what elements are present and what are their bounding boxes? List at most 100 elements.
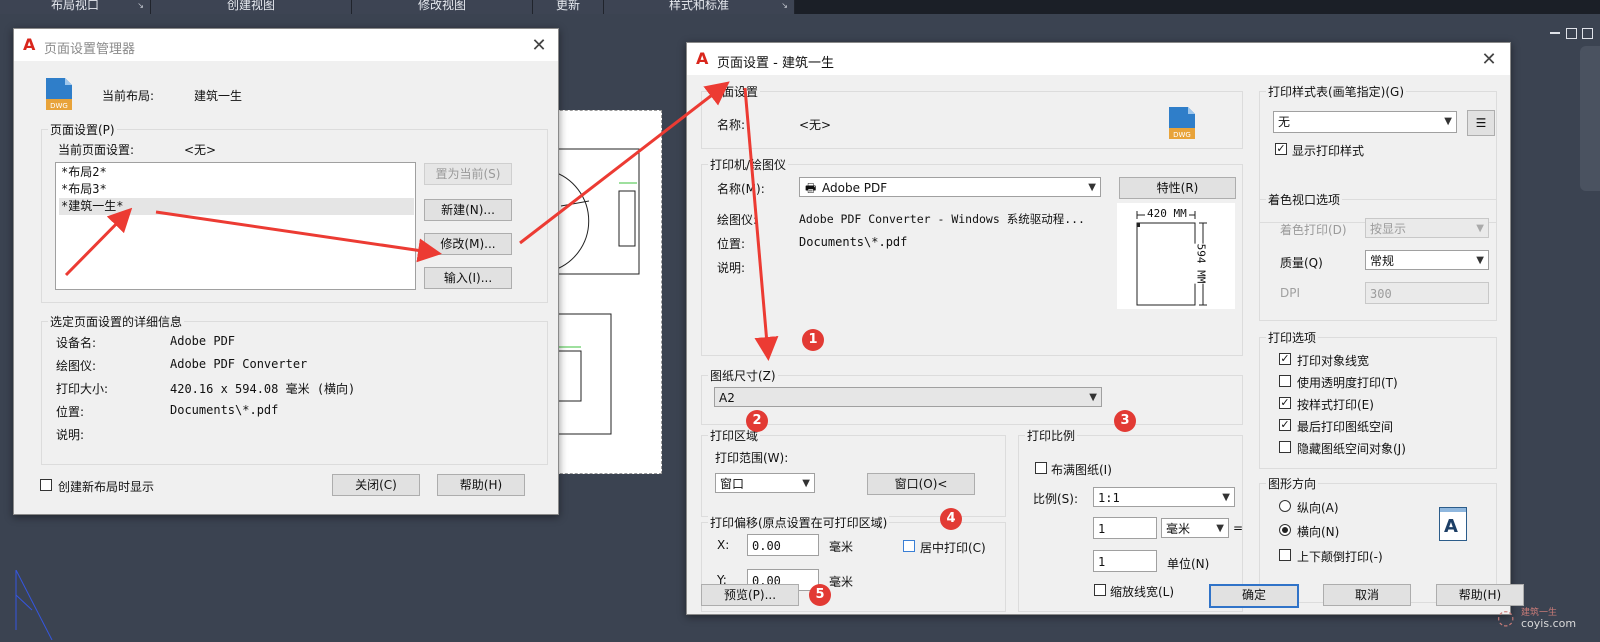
set-current-button[interactable]: 置为当前(S): [424, 163, 512, 185]
import-button[interactable]: 输入(I)...: [424, 267, 512, 289]
y-unit-label: 毫米: [829, 575, 854, 589]
svg-text:DWG: DWG: [50, 102, 68, 110]
plot-range-value: 窗口: [720, 477, 745, 491]
scale-numerator-input[interactable]: 1: [1093, 517, 1157, 539]
plot-range-combo[interactable]: 窗口 ▼: [715, 473, 815, 493]
landscape-radio[interactable]: [1279, 524, 1291, 536]
current-page-setup-label: 当前页面设置:: [58, 143, 135, 157]
portrait-radio[interactable]: [1279, 500, 1291, 512]
plot-scale-group-title: 打印比例: [1025, 427, 1078, 444]
quality-value: 常规: [1370, 254, 1395, 268]
watermark-logo-icon: ◌: [1497, 605, 1515, 629]
option-checkbox[interactable]: ✓: [1279, 397, 1291, 409]
close-icon[interactable]: ✕: [528, 35, 550, 57]
window-pick-button[interactable]: 窗口(O)<: [867, 473, 975, 495]
name-value: <无>: [799, 118, 832, 132]
close-icon[interactable]: ✕: [1478, 49, 1500, 71]
chevron-down-icon: ▼: [1476, 223, 1484, 234]
dpi-input[interactable]: 300: [1365, 282, 1489, 304]
plotter-label: 绘图仪:: [717, 213, 758, 227]
scale-combo[interactable]: 1:1 ▼: [1093, 487, 1235, 507]
printer-name-value: Adobe PDF: [822, 181, 888, 195]
printer-name-label: 名称(M):: [717, 182, 765, 196]
minimize-icon[interactable]: [1550, 32, 1560, 34]
detail-value: 420.16 x 594.08 毫米 (横向): [170, 382, 356, 396]
option-label: 按样式打印(E): [1297, 398, 1374, 412]
new-button[interactable]: 新建(N)...: [424, 199, 512, 221]
modify-button[interactable]: 修改(M)...: [424, 233, 512, 255]
shade-plot-combo[interactable]: 按显示 ▼: [1365, 218, 1489, 238]
option-checkbox[interactable]: ✓: [1279, 419, 1291, 431]
upside-down-checkbox[interactable]: [1279, 549, 1291, 561]
option-checkbox[interactable]: ✓: [1279, 353, 1291, 365]
properties-button[interactable]: 特性(R): [1119, 177, 1236, 199]
ribbon-tab-create-view[interactable]: 创建视图: [151, 0, 352, 14]
list-item[interactable]: *布局2*: [59, 164, 414, 181]
ribbon-tab-update[interactable]: 更新: [533, 0, 604, 14]
close-button[interactable]: 关闭(C): [332, 474, 420, 496]
dwg-file-icon: DWG: [1169, 107, 1195, 139]
upside-down-label: 上下颠倒打印(-): [1297, 550, 1383, 564]
help-button[interactable]: 帮助(H): [437, 474, 525, 496]
option-checkbox[interactable]: [1279, 441, 1291, 453]
list-item-selected[interactable]: *建筑一生*: [59, 198, 414, 215]
scale-unit-combo[interactable]: 毫米 ▼: [1161, 518, 1229, 538]
dpi-label: DPI: [1280, 286, 1301, 300]
current-page-setup-value: <无>: [184, 143, 217, 157]
plot-offset-group-title: 打印偏移(原点设置在可打印区域): [708, 514, 890, 531]
option-label: 打印对象线宽: [1297, 354, 1370, 368]
option-label: 使用透明度打印(T): [1297, 376, 1398, 390]
center-plot-checkbox[interactable]: [903, 540, 915, 552]
pagesetup-titlebar[interactable]: A 页面设置 - 建筑一生 ✕: [687, 43, 1510, 75]
quality-combo[interactable]: 常规 ▼: [1365, 250, 1489, 270]
restore-icon[interactable]: [1566, 28, 1577, 39]
manager-titlebar[interactable]: A 页面设置管理器 ✕: [14, 29, 558, 61]
ribbon-empty-area: [795, 0, 1600, 14]
show-on-new-layout-checkbox[interactable]: [40, 479, 52, 491]
fit-to-paper-checkbox[interactable]: [1035, 462, 1047, 474]
details-group-title: 选定页面设置的详细信息: [48, 313, 185, 330]
ribbon-tab-styles[interactable]: 样式和标准 ↘: [604, 0, 795, 14]
ribbon-tab-modify-view[interactable]: 修改视图: [352, 0, 533, 14]
step-badge: 2: [746, 410, 768, 432]
dwg-file-icon: DWG: [46, 78, 72, 110]
launcher-icon[interactable]: ↘: [781, 0, 788, 11]
plot-style-combo[interactable]: 无 ▼: [1273, 111, 1457, 133]
chevron-down-icon: ▼: [1476, 255, 1484, 266]
x-offset-input[interactable]: 0.00: [747, 534, 819, 556]
ribbon-tab-label: 创建视图: [226, 0, 275, 12]
scale-denominator-input[interactable]: 1: [1093, 550, 1157, 572]
watermark-line2: coyis.com: [1521, 617, 1577, 630]
show-plot-styles-checkbox[interactable]: ✓: [1275, 143, 1287, 155]
page-setup-list[interactable]: *布局2* *布局3* *建筑一生*: [55, 162, 416, 290]
scale-lineweights-label: 缩放线宽(L): [1110, 585, 1175, 599]
navigation-bar[interactable]: [1580, 46, 1600, 191]
current-layout-value: 建筑一生: [194, 89, 243, 103]
plot-style-group-title: 打印样式表(画笔指定)(G): [1266, 83, 1407, 100]
plot-options-group-title: 打印选项: [1266, 329, 1319, 346]
pagesetup-title: 页面设置 - 建筑一生: [717, 56, 834, 71]
ribbon-tab-layout-viewport[interactable]: 布局视口 ↘: [0, 0, 151, 14]
paper-size-group-title: 图纸尺寸(Z): [708, 367, 778, 384]
scale-lineweights-checkbox[interactable]: [1094, 584, 1106, 596]
close-viewport-icon[interactable]: [1582, 28, 1593, 39]
step-badge: 4: [940, 508, 962, 530]
edit-plot-style-button[interactable]: ☰: [1467, 110, 1495, 136]
paper-size-value: A2: [719, 391, 735, 405]
chevron-down-icon: ▼: [802, 478, 810, 489]
printer-name-combo[interactable]: 🖶 Adobe PDF ▼: [799, 177, 1101, 197]
list-item[interactable]: *布局3*: [59, 181, 414, 198]
printer-icon: 🖶: [805, 181, 817, 195]
detail-value: Adobe PDF: [170, 334, 236, 348]
paper-size-combo[interactable]: A2 ▼: [714, 387, 1102, 407]
page-setup-manager-dialog: A 页面设置管理器 ✕ DWG 当前布局: 建筑一生 页面设置(P) 当前页面设…: [13, 28, 559, 515]
option-checkbox[interactable]: [1279, 375, 1291, 387]
detail-label: 绘图仪:: [56, 359, 97, 373]
quality-label: 质量(Q): [1280, 256, 1323, 270]
scale-unit-value: 毫米: [1166, 522, 1191, 536]
paper-height-label: 594 MM: [1194, 243, 1208, 284]
ok-button[interactable]: 确定: [1209, 584, 1299, 608]
launcher-icon[interactable]: ↘: [137, 0, 144, 11]
cancel-button[interactable]: 取消: [1323, 584, 1411, 606]
preview-button[interactable]: 预览(P)...: [701, 584, 799, 606]
